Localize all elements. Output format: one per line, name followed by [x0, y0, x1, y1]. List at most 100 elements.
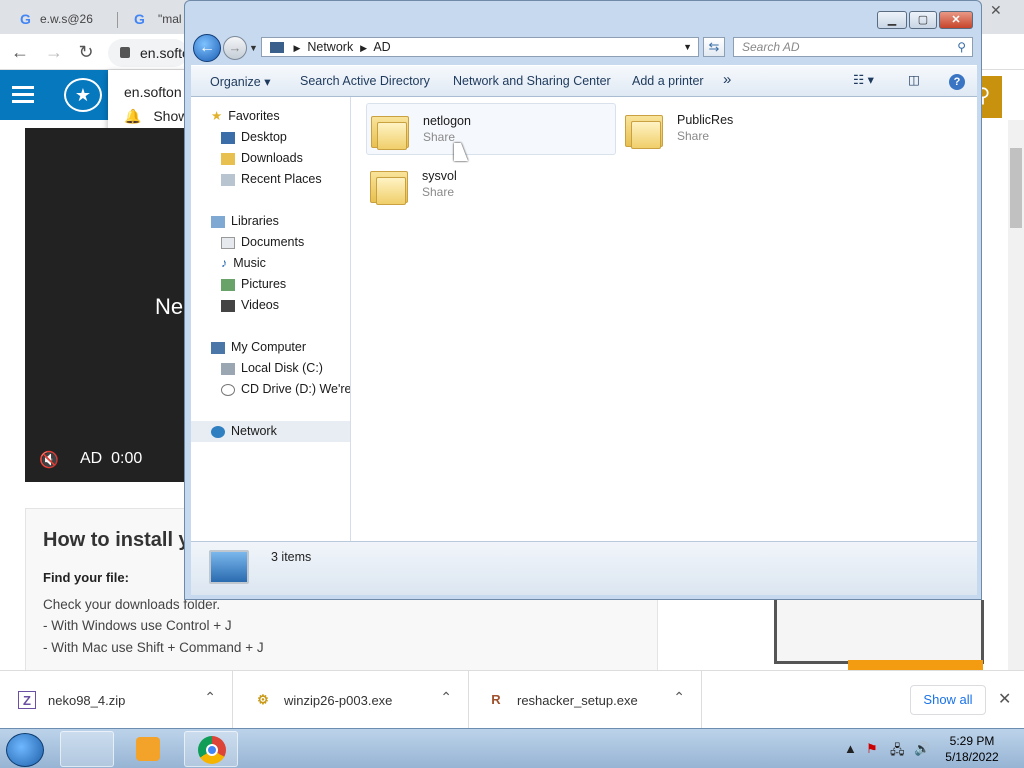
- address-breadcrumb[interactable]: ▶ Network ▶ AD ▼: [261, 37, 699, 57]
- menu-icon[interactable]: [12, 86, 34, 103]
- nav-videos[interactable]: Videos: [191, 295, 350, 316]
- star-icon: ★: [211, 109, 223, 123]
- instruction-line: - With Mac use Shift + Command + J: [43, 640, 264, 655]
- media-player-taskbar-icon[interactable]: [136, 737, 160, 761]
- file-list: netlogon Share PublicRes Share sysvol Sh…: [351, 97, 977, 541]
- download-item[interactable]: ⚙ winzip26-p003.exe ⌃: [236, 671, 469, 729]
- system-clock[interactable]: 5:29 PM 5/18/2022: [940, 733, 1004, 765]
- nav-music[interactable]: ♪ Music: [191, 253, 350, 274]
- view-options-icon[interactable]: ☷ ▾: [853, 72, 874, 87]
- more-commands-button[interactable]: »: [723, 71, 731, 88]
- softonic-logo-icon[interactable]: ★: [64, 78, 102, 112]
- nav-documents[interactable]: Documents: [191, 232, 350, 253]
- search-icon[interactable]: ⚲: [957, 38, 966, 56]
- window-close-button[interactable]: ✕: [939, 11, 973, 29]
- recent-pages-icon[interactable]: ▼: [249, 43, 258, 53]
- nav-network[interactable]: Network: [191, 421, 350, 442]
- clock-date: 5/18/2022: [945, 750, 999, 764]
- libraries-icon: [211, 215, 225, 228]
- back-button[interactable]: ←: [193, 34, 221, 62]
- show-all-button[interactable]: Show all: [910, 685, 986, 715]
- start-button[interactable]: [6, 733, 44, 767]
- action-center-icon[interactable]: ⚑: [866, 741, 878, 757]
- instruction-line: - With Windows use Control + J: [43, 618, 232, 633]
- nav-libraries[interactable]: Libraries: [191, 211, 350, 232]
- scrollbar-thumb[interactable]: [1010, 148, 1022, 228]
- downloads-close-button[interactable]: ✕: [998, 689, 1011, 709]
- exe-icon: ⚙: [257, 692, 269, 707]
- nav-downloads[interactable]: Downloads: [191, 148, 350, 169]
- google-icon: G: [20, 11, 31, 27]
- chrome-taskbar-icon[interactable]: [184, 731, 238, 767]
- item-type: Share: [677, 129, 710, 143]
- network-computer-icon: [209, 550, 249, 584]
- download-item[interactable]: Z neko98_4.zip ⌃: [0, 671, 233, 729]
- browser-tab-1[interactable]: G e.w.s@26: [0, 4, 118, 34]
- folder-icon: [371, 112, 411, 150]
- breadcrumb-network[interactable]: Network: [307, 40, 353, 54]
- item-name: netlogon: [423, 114, 471, 128]
- download-name: reshacker_setup.exe: [517, 693, 638, 708]
- video-player[interactable]: Ne 🔇 AD 0:00: [25, 128, 185, 482]
- navigation-pane: ★ Favorites Desktop Downloads Recent Plac…: [191, 97, 351, 541]
- lock-icon: [120, 47, 130, 58]
- network-tray-icon[interactable]: 🖧: [890, 741, 905, 763]
- chevron-up-icon[interactable]: ⌃: [440, 689, 452, 706]
- list-item[interactable]: sysvol Share: [366, 159, 616, 211]
- tray-expand-icon[interactable]: ▲: [844, 741, 857, 756]
- preview-pane-icon[interactable]: ◫: [908, 72, 920, 87]
- browser-tab-2[interactable]: G "mal: [118, 4, 184, 34]
- reload-icon[interactable]: ↻: [74, 40, 98, 64]
- google-icon: G: [134, 11, 145, 27]
- search-ad-button[interactable]: Search Active Directory: [300, 74, 430, 88]
- back-arrow-icon[interactable]: ←: [8, 40, 32, 64]
- notification-show[interactable]: Show: [153, 108, 188, 124]
- add-printer-button[interactable]: Add a printer: [632, 74, 704, 88]
- chevron-up-icon[interactable]: ⌃: [673, 689, 685, 706]
- nav-recent-places[interactable]: Recent Places: [191, 169, 350, 190]
- refresh-icon[interactable]: ⇆: [703, 37, 725, 57]
- chevron-up-icon[interactable]: ⌃: [204, 689, 216, 706]
- volume-icon[interactable]: 🔊: [914, 741, 930, 757]
- laptop-image: [774, 600, 984, 664]
- nav-favorites[interactable]: ★ Favorites: [191, 106, 350, 127]
- explorer-taskbar-icon[interactable]: [60, 731, 114, 767]
- notification-site: en.softon: [124, 84, 182, 100]
- maximize-button[interactable]: ▢: [909, 11, 937, 29]
- folder-icon: [370, 167, 410, 205]
- decorative-band: [848, 660, 983, 670]
- forward-button[interactable]: →: [223, 36, 247, 60]
- details-pane: 3 items: [191, 541, 977, 595]
- address-bar[interactable]: en.softon: [108, 39, 188, 67]
- forward-arrow-icon[interactable]: →: [42, 40, 66, 64]
- dropdown-arrow-icon[interactable]: ▼: [683, 38, 692, 56]
- desktop-icon: [221, 131, 235, 144]
- nav-my-computer[interactable]: My Computer: [191, 337, 350, 358]
- browser-close-button[interactable]: ✕: [990, 2, 1002, 19]
- find-file-heading: Find your file:: [43, 570, 129, 585]
- computer-icon: [211, 341, 225, 354]
- nav-desktop[interactable]: Desktop: [191, 127, 350, 148]
- nav-cd-drive[interactable]: CD Drive (D:) We're g: [191, 379, 350, 400]
- video-title: Ne: [155, 294, 184, 319]
- folder-icon: [625, 111, 665, 149]
- search-input[interactable]: Search AD ⚲: [733, 37, 973, 57]
- download-item[interactable]: R reshacker_setup.exe ⌃: [469, 671, 702, 729]
- item-count: 3 items: [271, 550, 312, 564]
- pictures-icon: [221, 278, 235, 291]
- nav-local-disk[interactable]: Local Disk (C:): [191, 358, 350, 379]
- explorer-window: ▁ ▢ ✕ ← → ▼ ▶ Network ▶ AD ▼ ⇆ Search AD…: [184, 0, 982, 600]
- list-item[interactable]: netlogon Share: [366, 103, 616, 155]
- nav-pictures[interactable]: Pictures: [191, 274, 350, 295]
- videos-icon: [221, 299, 235, 312]
- tab-title: "mal: [158, 12, 182, 26]
- list-item[interactable]: PublicRes Share: [621, 103, 871, 155]
- network-sharing-button[interactable]: Network and Sharing Center: [453, 74, 611, 88]
- minimize-button[interactable]: ▁: [877, 11, 907, 29]
- zip-icon: Z: [18, 691, 36, 709]
- help-icon[interactable]: ?: [949, 74, 965, 90]
- mute-icon[interactable]: 🔇: [39, 450, 59, 470]
- organize-button[interactable]: Organize ▾: [210, 74, 270, 89]
- item-name: sysvol: [422, 169, 457, 183]
- breadcrumb-ad[interactable]: AD: [373, 40, 390, 54]
